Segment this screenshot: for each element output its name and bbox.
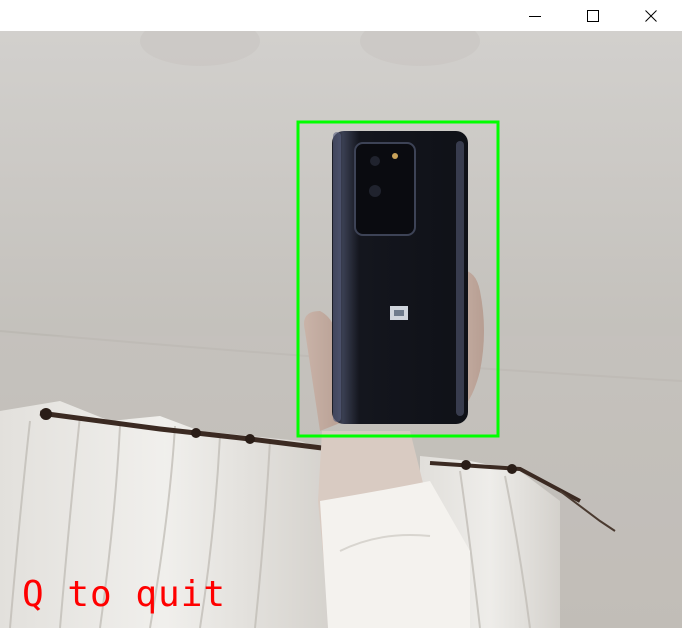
detection-bounding-box (296, 120, 500, 438)
maximize-button[interactable] (564, 0, 622, 31)
minimize-button[interactable] (506, 0, 564, 31)
window-titlebar (0, 0, 682, 31)
close-icon (645, 9, 657, 22)
maximize-icon (587, 9, 599, 22)
quit-instruction-text: Q to quit (22, 574, 227, 615)
detection-box-layer (296, 120, 500, 438)
close-button[interactable] (622, 0, 680, 31)
minimize-icon (529, 15, 541, 17)
camera-feed: Q to quit (0, 31, 682, 628)
